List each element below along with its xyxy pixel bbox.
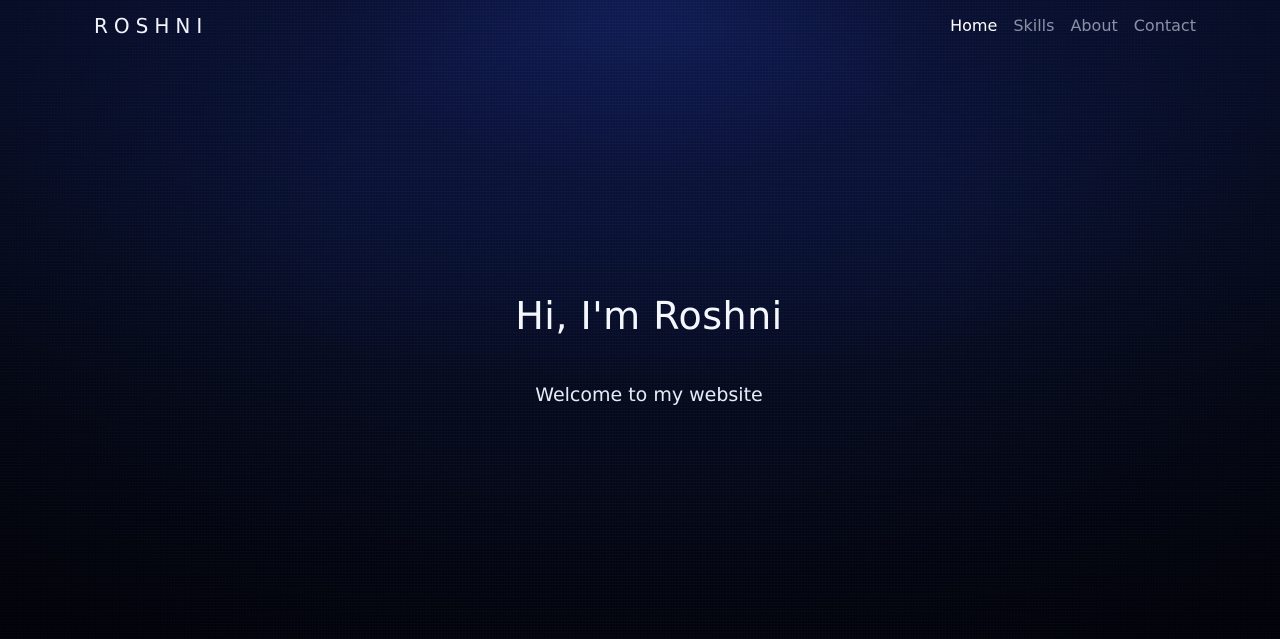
hero-subtitle: Welcome to my website [535, 384, 763, 406]
hero-title: Hi, I'm Roshni [515, 294, 783, 338]
hero-section: ROSHNI Home Skills About Contact Hi, I'm… [0, 0, 1280, 639]
hero-content: Hi, I'm Roshni Welcome to my website [0, 0, 1280, 639]
